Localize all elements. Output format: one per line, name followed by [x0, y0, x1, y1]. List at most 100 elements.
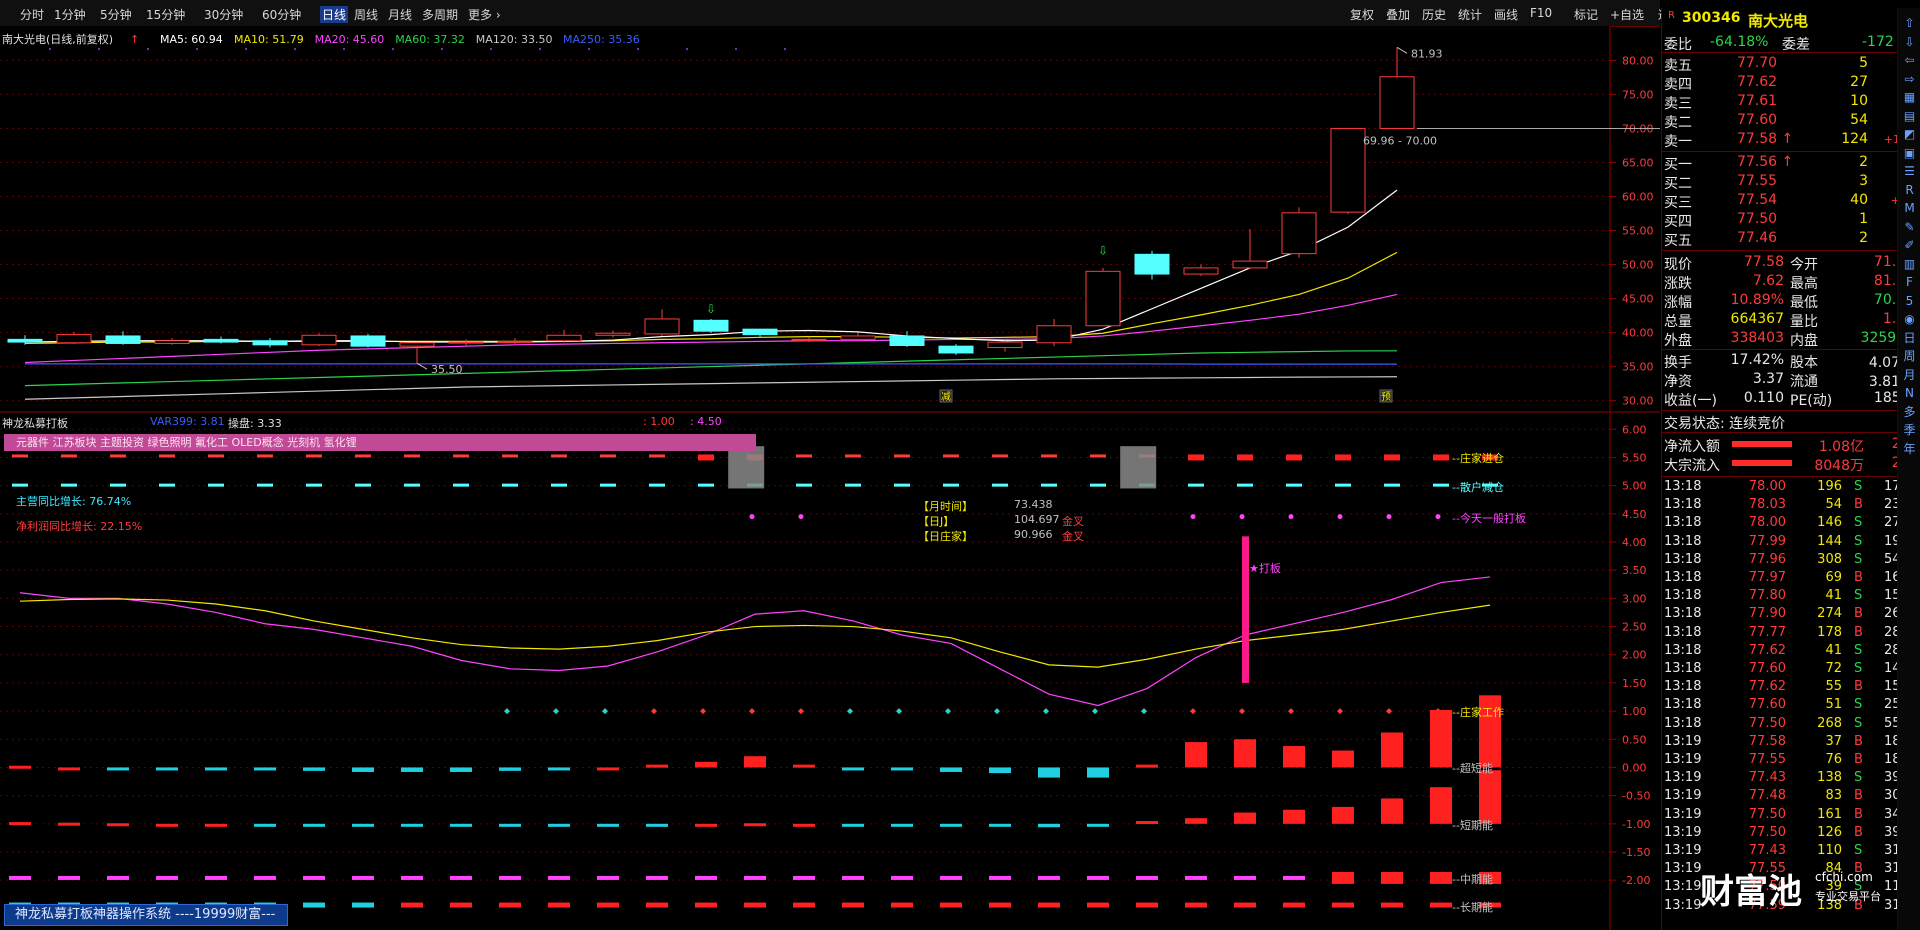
energy-bar: [1038, 767, 1060, 778]
accumulation-dash: [894, 454, 910, 458]
toolbar-item-10[interactable]: 更多 ›: [468, 6, 501, 23]
energy-bar: [450, 767, 472, 772]
toolbar-right-3[interactable]: 统计: [1458, 6, 1482, 23]
period-月[interactable]: 月: [1902, 368, 1917, 383]
long-energy-bar: [499, 902, 521, 908]
toolbar-item-2[interactable]: 5分钟: [100, 6, 132, 23]
toolbar-right-2[interactable]: 历史: [1422, 6, 1446, 23]
down-arrow-icon[interactable]: ⇩: [1902, 35, 1917, 50]
tick-price: 77.77: [1748, 624, 1786, 640]
toolbar-item-6[interactable]: 日线: [320, 6, 349, 23]
toolbar-right-7[interactable]: +自选: [1610, 6, 1644, 23]
period-周[interactable]: 周: [1902, 349, 1917, 364]
y-tick-label: 65.00: [1622, 156, 1654, 169]
limit-signal-bar: [1242, 536, 1249, 683]
toolbar-right-6[interactable]: 标记: [1574, 6, 1598, 23]
stock-code: 300346: [1682, 10, 1741, 26]
tick-time: 13:18: [1664, 479, 1702, 494]
mid-energy-bar: [352, 875, 374, 880]
system-badge[interactable]: 神龙私募打板神器操作系统 ----19999财富---: [4, 904, 288, 926]
f5-icon[interactable]: 5: [1902, 294, 1917, 309]
tick-time: 13:18: [1664, 679, 1702, 695]
tick-price: 77.60: [1748, 661, 1786, 676]
right-arrow-icon[interactable]: ⇨: [1902, 72, 1917, 87]
energy-bar: [597, 823, 619, 827]
tick-time: 13:18: [1664, 624, 1702, 640]
chart-icon[interactable]: ◩: [1902, 127, 1917, 142]
y-tick-label: 75.00: [1622, 88, 1654, 101]
candle: [399, 342, 435, 347]
energy-bar: [107, 823, 129, 827]
ask-label: 卖一: [1664, 134, 1692, 150]
calc-icon[interactable]: ▥: [1902, 257, 1917, 272]
table-icon[interactable]: ▤: [1902, 109, 1917, 124]
ma-icon[interactable]: M: [1902, 201, 1917, 216]
retail-dash: [1237, 483, 1253, 487]
period-季[interactable]: 季: [1902, 423, 1917, 438]
edit-icon[interactable]: ✐: [1902, 238, 1917, 253]
toolbar-item-0[interactable]: 分时: [20, 6, 44, 23]
toolbar-item-4[interactable]: 30分钟: [204, 6, 243, 23]
up-arrow-icon[interactable]: ⇧: [1902, 16, 1917, 31]
tick-price: 77.62: [1748, 679, 1786, 695]
tick-side: S: [1854, 642, 1863, 658]
energy-bar: [793, 823, 815, 827]
long-energy-bar: [1136, 902, 1158, 908]
candle: [350, 335, 386, 347]
mid-energy-bar: [646, 875, 668, 880]
toolbar-right-0[interactable]: 复权: [1350, 6, 1374, 23]
toolbar-right-4[interactable]: 画线: [1494, 6, 1518, 23]
toolbar-right-1[interactable]: 叠加: [1386, 6, 1410, 23]
stat-value: 0.110: [1743, 390, 1784, 406]
tick-side: B: [1854, 570, 1863, 585]
tick-side: B: [1854, 733, 1863, 749]
period-N[interactable]: N: [1902, 386, 1917, 401]
long-energy-bar: [548, 902, 570, 908]
candle: [1134, 253, 1170, 275]
tick-price: 77.96: [1748, 551, 1786, 567]
left-arrow-icon[interactable]: ⇦: [1902, 53, 1917, 68]
chart-title: 南大光电(日线,前复权): [2, 33, 114, 46]
stat-value: 3.37: [1752, 371, 1784, 387]
bid-price: 77.55: [1737, 173, 1778, 189]
retail-dash: [1188, 483, 1204, 487]
top-marker-dot: [637, 48, 639, 50]
toolbar-item-3[interactable]: 15分钟: [146, 6, 185, 23]
f10-icon[interactable]: F: [1902, 275, 1917, 290]
highlight-box: [1120, 446, 1157, 489]
period-日[interactable]: 日: [1902, 331, 1917, 346]
list-icon[interactable]: ☰: [1902, 164, 1917, 179]
concept-banner: 元器件 江苏板块 主题投资 绿色照明 氟化工 OLED概念 光刻机 氢化锂: [4, 434, 756, 451]
divider: [1662, 349, 1918, 350]
energy-bar: [499, 767, 521, 771]
toolbar-item-7[interactable]: 周线: [354, 6, 378, 23]
toolbar-item-1[interactable]: 1分钟: [54, 6, 86, 23]
tick-time: 13:18: [1664, 570, 1702, 585]
pin-icon[interactable]: ◉: [1902, 312, 1917, 327]
toolbar-right-5[interactable]: F10: [1530, 6, 1552, 20]
tool-icon[interactable]: ✎: [1902, 220, 1917, 235]
retail-dash: [1433, 483, 1449, 487]
energy-bar: [1381, 732, 1403, 768]
toolbar-item-9[interactable]: 多周期: [422, 6, 458, 23]
stat-label: 涨跌: [1664, 276, 1692, 292]
toolbar-item-5[interactable]: 60分钟: [262, 6, 301, 23]
y-tick-label: 60.00: [1622, 190, 1654, 203]
chart-area: 80.00 75.00 70.00 65.00 60.00 55.00 50.00 45.00…: [0, 26, 1660, 930]
candle: [1036, 325, 1072, 344]
energy-bar: [401, 823, 423, 827]
long-energy-bar: [891, 902, 913, 908]
energy-bar: [891, 767, 913, 771]
flow-value: 1.08亿: [1818, 439, 1864, 455]
mid-energy-bar: [1136, 875, 1158, 880]
news-icon[interactable]: ▣: [1902, 146, 1917, 161]
flow-label: 净流入额: [1664, 439, 1720, 455]
rsi-icon[interactable]: R: [1902, 183, 1917, 198]
period-多[interactable]: 多: [1902, 405, 1917, 420]
grid-icon[interactable]: ▦: [1902, 90, 1917, 105]
toolbar-item-8[interactable]: 月线: [388, 6, 412, 23]
accumulation-dash: [61, 454, 77, 458]
period-年[interactable]: 年: [1902, 442, 1917, 457]
low-label: 35.50: [431, 363, 463, 376]
tick-time: 13:19: [1664, 733, 1702, 749]
